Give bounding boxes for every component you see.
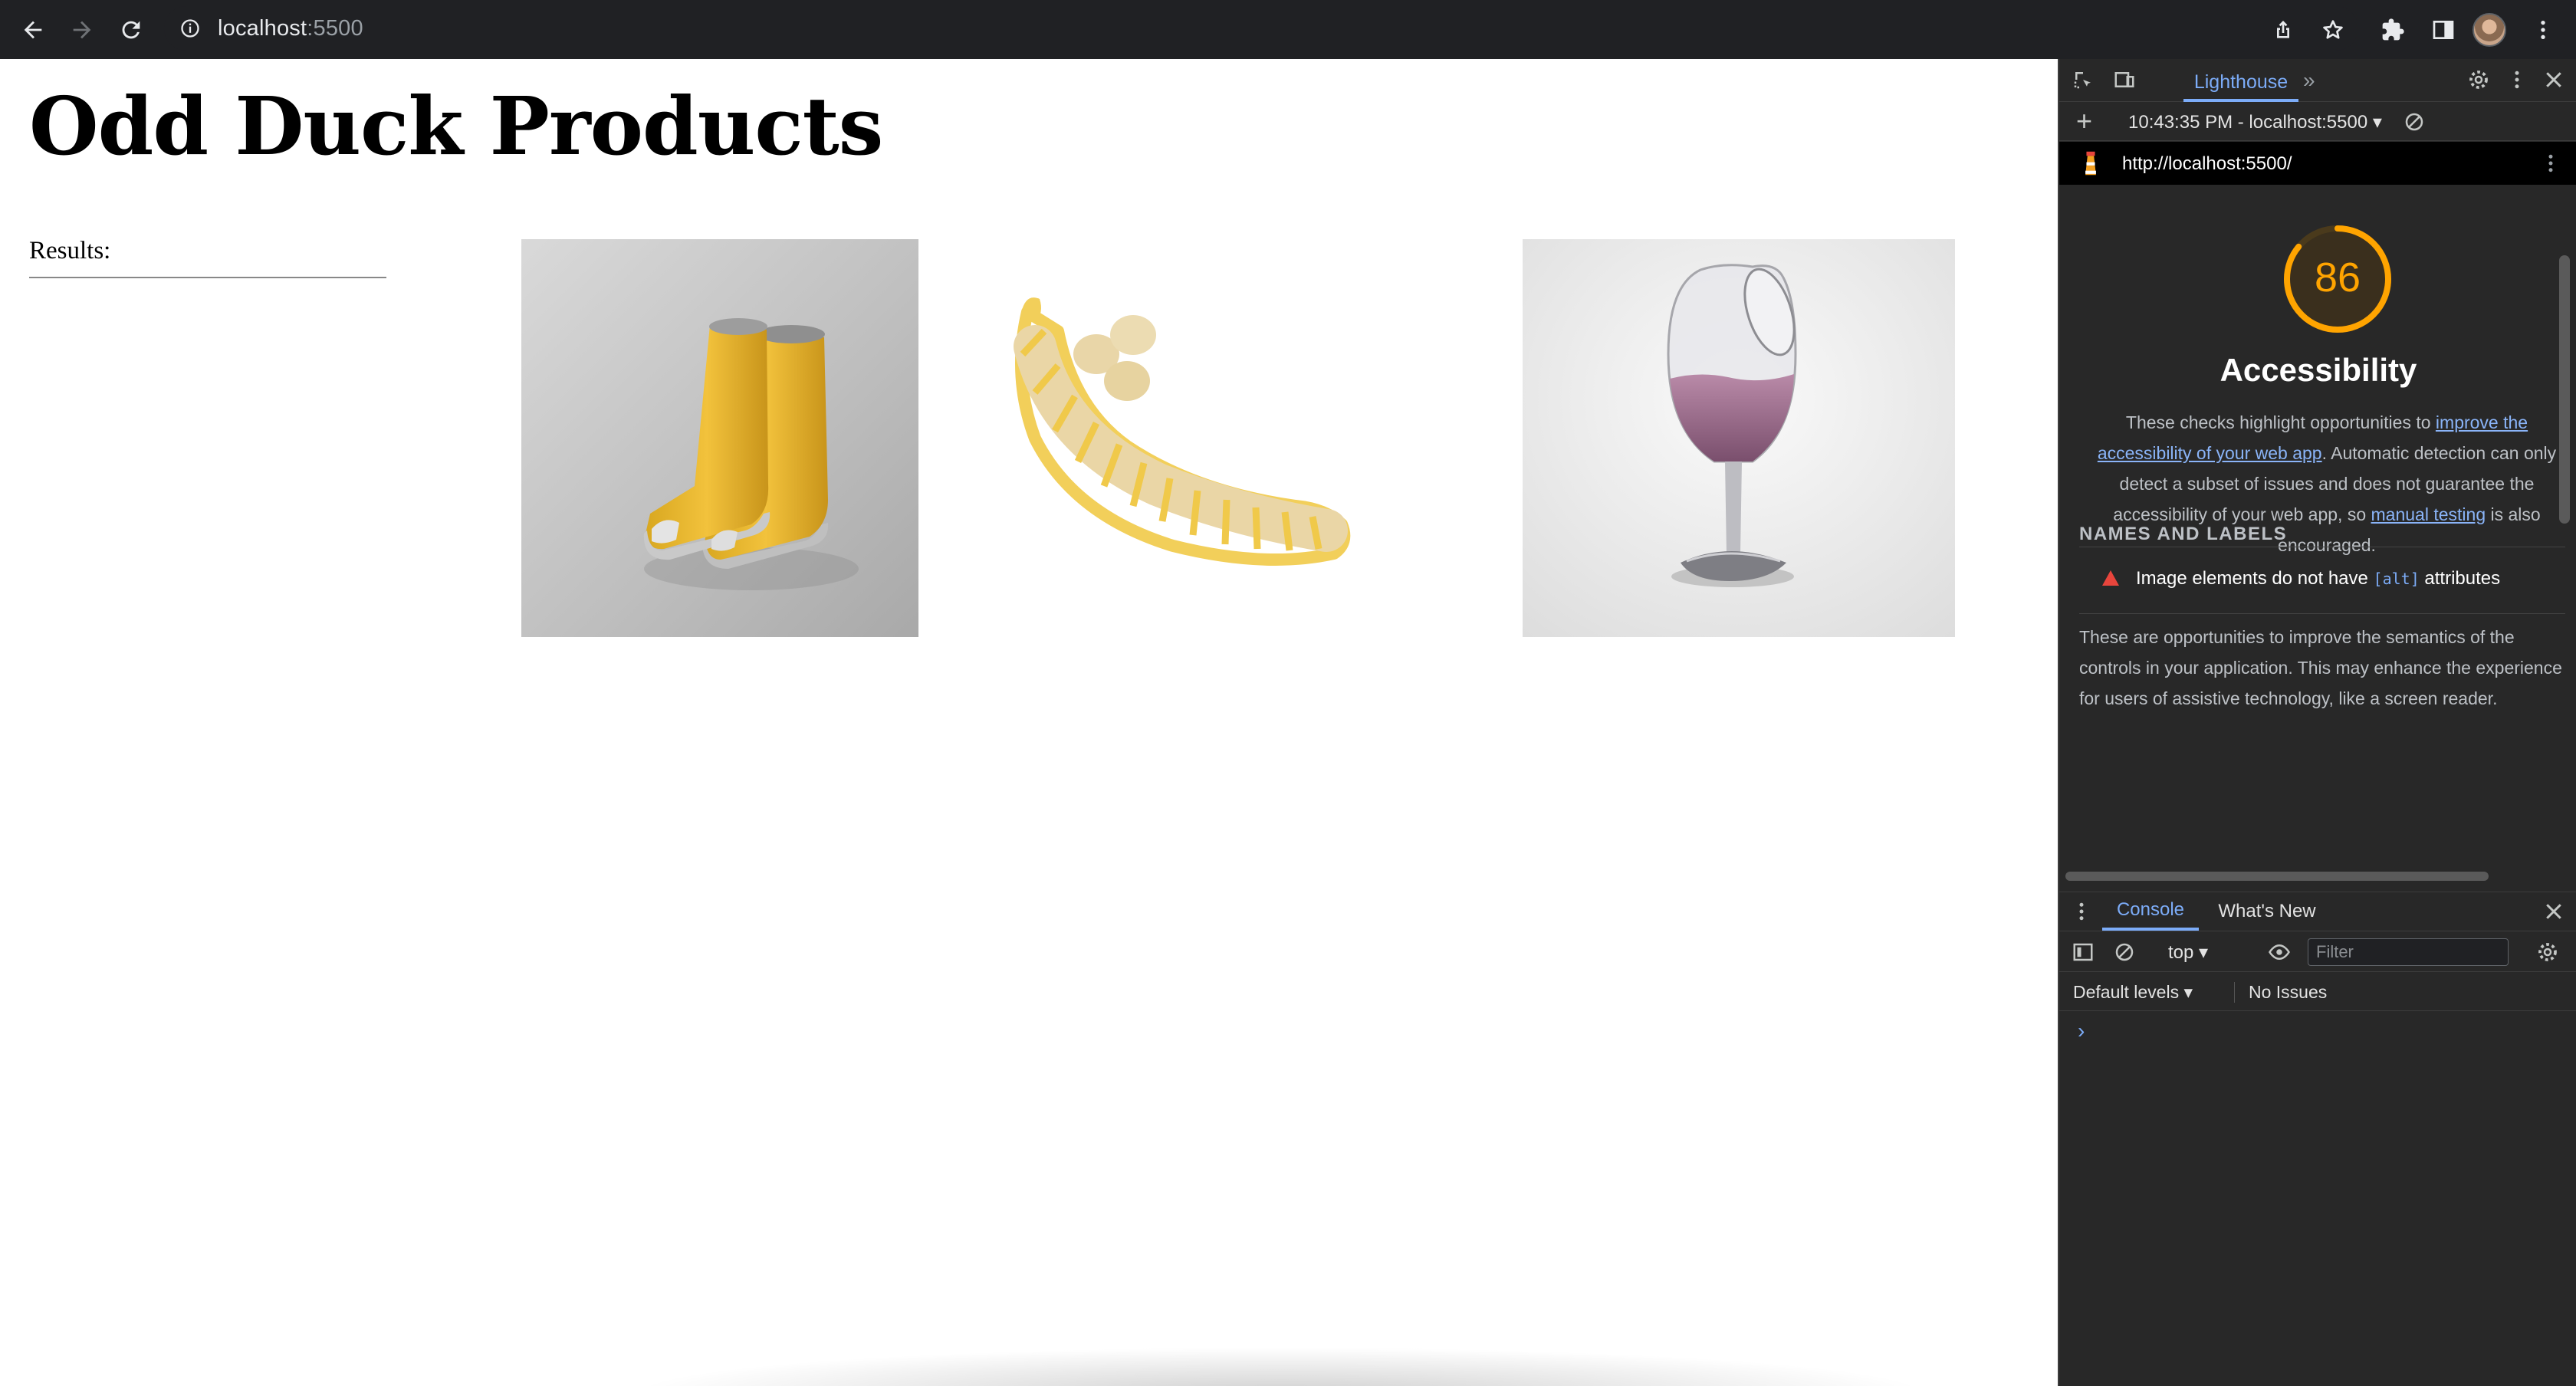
log-levels-dropdown[interactable]: Default levels ▾ (2073, 982, 2193, 1003)
side-panel-icon (2433, 21, 2454, 39)
boots-image (521, 239, 918, 637)
device-icon (2114, 72, 2134, 87)
product-image-wine-glass[interactable] (1523, 239, 1955, 637)
console-filter-input[interactable]: Filter (2308, 938, 2509, 966)
side-panel-button[interactable] (2426, 12, 2461, 48)
more-vert-icon (2548, 154, 2553, 172)
console-toolbar: top ▾ Filter (2059, 932, 2576, 972)
issues-counter[interactable]: No Issues (2234, 982, 2327, 1003)
lighthouse-url-bar: http://localhost:5500/ (2059, 142, 2576, 185)
block-icon (2405, 113, 2423, 131)
back-button[interactable] (14, 11, 52, 49)
score-value: 86 (2314, 255, 2361, 301)
share-button[interactable] (2266, 12, 2301, 48)
profile-avatar[interactable] (2472, 13, 2506, 47)
drawer-menu-button[interactable] (2068, 898, 2095, 925)
category-title: Accessibility (2220, 352, 2417, 388)
gear-icon (2469, 71, 2488, 89)
address-bar[interactable]: localhost:5500 (164, 6, 2358, 51)
wine-glass-image (1523, 239, 1955, 637)
page-bottom-shadow (629, 1347, 1932, 1386)
live-expression-button[interactable] (2266, 939, 2292, 965)
extensions-button[interactable] (2375, 12, 2410, 48)
console-levels-bar: Default levels ▾ No Issues (2059, 973, 2576, 1011)
device-toolbar-button[interactable] (2111, 67, 2137, 93)
lighthouse-logo-icon (2085, 151, 2096, 176)
reload-button[interactable] (112, 11, 150, 49)
tab-lighthouse[interactable]: Lighthouse (2183, 65, 2298, 102)
context-selector[interactable]: top ▾ (2168, 941, 2208, 964)
devtools-menu-button[interactable] (2504, 67, 2530, 93)
report-selector[interactable]: 10:43:35 PM - localhost:5500 ▾ (2128, 111, 2382, 133)
more-vert-icon (2541, 21, 2545, 39)
tab-console[interactable]: Console (2102, 892, 2199, 931)
clear-console-button[interactable] (2111, 939, 2137, 965)
manual-testing-link[interactable]: manual testing (2371, 504, 2486, 524)
fail-triangle-icon (2102, 570, 2119, 586)
product-image-boots[interactable] (521, 239, 918, 637)
audit-divider (2079, 613, 2565, 614)
bookmark-button[interactable] (2315, 12, 2351, 48)
show-sidebar-button[interactable] (2070, 939, 2096, 965)
page-title: Odd Duck Products (29, 79, 883, 173)
lighthouse-toolbar: + 10:43:35 PM - localhost:5500 ▾ (2059, 103, 2576, 141)
results-label: Results: (29, 237, 111, 264)
arrow-left-icon (24, 21, 42, 39)
new-report-button[interactable]: + (2076, 107, 2092, 135)
sidebar-icon (2073, 943, 2093, 961)
tab-whats-new[interactable]: What's New (2210, 892, 2325, 931)
report-menu-button[interactable] (2538, 150, 2564, 176)
audit-title: Image elements do not have [alt] attribu… (2136, 568, 2501, 589)
gear-icon (2538, 943, 2557, 961)
inspect-icon (2074, 72, 2091, 89)
close-icon (2546, 904, 2561, 919)
report-vertical-scrollbar[interactable] (2559, 255, 2570, 524)
more-vert-icon (2515, 71, 2519, 89)
close-drawer-button[interactable] (2541, 898, 2567, 925)
console-prompt[interactable]: › (2078, 1019, 2085, 1043)
arrow-right-icon (73, 21, 91, 39)
chrome-menu-button[interactable] (2525, 12, 2561, 48)
block-icon (2115, 943, 2134, 961)
clear-reports-button[interactable] (2401, 109, 2427, 135)
lighthouse-report: 86 Accessibility These checks highlight … (2059, 185, 2565, 859)
banana-slicer-image (1004, 239, 1435, 637)
close-icon (2546, 72, 2561, 87)
devtools-tabbar: Lighthouse » (2059, 59, 2576, 102)
devtools-panel: Lighthouse » + 10:43:35 PM - localhost:5… (2058, 59, 2576, 1386)
devtools-settings-button[interactable] (2466, 67, 2492, 93)
web-page: Odd Duck Products Results: (0, 59, 2058, 1386)
product-image-banana-slicer[interactable] (1004, 239, 1435, 637)
star-icon (2323, 20, 2343, 39)
browser-toolbar: localhost:5500 (0, 0, 2576, 59)
url-text: localhost:5500 (218, 16, 363, 41)
group-title: NAMES AND LABELS (2079, 524, 2288, 544)
audit-image-alt[interactable]: Image elements do not have [alt] attribu… (2079, 547, 2565, 613)
drawer-tabbar: Console What's New (2059, 892, 2576, 931)
console-settings-button[interactable] (2535, 939, 2561, 965)
group-description: These are opportunities to improve the s… (2079, 627, 2562, 708)
eye-icon (2269, 944, 2290, 961)
puzzle-icon (2382, 18, 2404, 41)
report-url: http://localhost:5500/ (2122, 153, 2292, 174)
forward-button[interactable] (63, 11, 101, 49)
more-tabs-button[interactable]: » (2303, 68, 2315, 93)
inspect-element-button[interactable] (2070, 67, 2096, 93)
report-horizontal-scrollbar[interactable] (2065, 872, 2489, 881)
info-icon[interactable] (179, 18, 201, 39)
results-divider (29, 277, 386, 278)
close-devtools-button[interactable] (2541, 67, 2567, 93)
share-icon (2277, 21, 2289, 38)
reload-icon (122, 21, 140, 39)
more-vert-icon (2079, 902, 2084, 921)
